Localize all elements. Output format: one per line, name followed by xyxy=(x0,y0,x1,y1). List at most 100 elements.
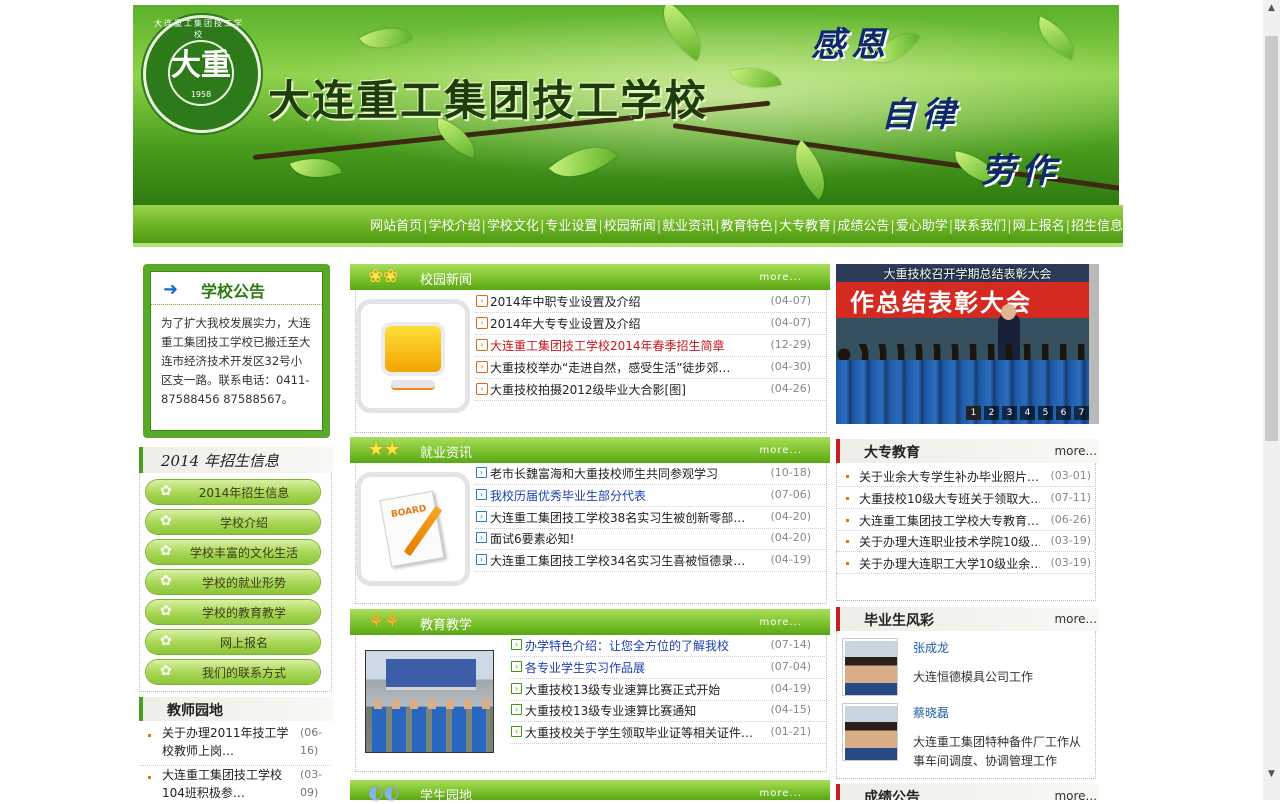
nav-college[interactable]: 大专教育 xyxy=(779,219,831,234)
list-item-title[interactable]: 大连重工集团技工学校104班积极参… xyxy=(162,766,290,802)
recruit-link-contact[interactable]: ✿ 我们的联系方式 xyxy=(146,660,320,684)
scroll-up-icon[interactable]: ▲ xyxy=(1263,0,1280,17)
notice-text: 为了扩大我校发展实力，大连重工集团技工学校已搬迁至大连市经济技术开发区32号小区… xyxy=(161,316,311,406)
list-item-title[interactable]: 大重技校10级大专班关于领取大… xyxy=(859,490,1040,507)
recruit-link-about[interactable]: ✿ 学校介绍 xyxy=(146,510,320,534)
nav-aid[interactable]: 爱心助学 xyxy=(896,219,948,234)
news-row[interactable]: › 大连重工集团技工学校34名实习生喜被恒德录… (04-19) xyxy=(475,550,825,572)
flower-icon: ✿ xyxy=(160,663,172,679)
slide-page-button[interactable]: 6 xyxy=(1056,406,1071,420)
news-date: (04-20) xyxy=(770,510,811,523)
photo-slideshow[interactable]: 作总结表彰大会 大重技校召开学期总结表彰大会 1234567 xyxy=(836,264,1099,424)
news-row[interactable]: › 办学特色介绍：让您全方位的了解我校 (07-14) xyxy=(510,635,825,657)
graduate-photo[interactable] xyxy=(842,638,898,696)
news-title[interactable]: 2014年中职专业设置及介绍 xyxy=(490,293,750,310)
slide-page-button[interactable]: 5 xyxy=(1038,406,1053,420)
news-title[interactable]: 大重技校举办“走进自然，感受生活”徒步郊… xyxy=(490,359,750,376)
slide-page-button[interactable]: 2 xyxy=(984,406,999,420)
news-row[interactable]: › 大重技校举办“走进自然，感受生活”徒步郊… (04-30) xyxy=(475,357,825,379)
news-title[interactable]: 大重技校关于学生领取毕业证等相关证件… xyxy=(525,724,785,741)
news-title[interactable]: 大重技校拍摄2012级毕业大合影[图] xyxy=(490,381,750,398)
nav-home[interactable]: 网站首页 xyxy=(370,219,422,234)
slide-page-button[interactable]: 7 xyxy=(1074,406,1089,420)
list-item-title[interactable]: 关于业余大专学生补办毕业照片… xyxy=(859,468,1040,485)
nav-employment[interactable]: 就业资讯 xyxy=(662,219,714,234)
news-title[interactable]: 我校历届优秀毕业生部分代表 xyxy=(490,487,750,504)
news-row[interactable]: › 我校历届优秀毕业生部分代表 (07-06) xyxy=(475,485,825,507)
news-row[interactable]: › 2014年大专专业设置及介绍 (04-07) xyxy=(475,313,825,335)
news-title[interactable]: 面试6要素必知! xyxy=(490,530,750,547)
news-date: (04-19) xyxy=(770,682,811,695)
vertical-scrollbar[interactable]: ▲ ▼ xyxy=(1263,0,1280,800)
nav-scores[interactable]: 成绩公告 xyxy=(837,219,889,234)
news-title[interactable]: 大重技校13级专业速算比赛正式开始 xyxy=(525,681,785,698)
news-row[interactable]: › 各专业学生实习作品展 (07-04) xyxy=(510,657,825,679)
scroll-thumb[interactable] xyxy=(1265,36,1278,441)
news-title[interactable]: 办学特色介绍：让您全方位的了解我校 xyxy=(525,637,785,654)
more-link[interactable]: more... xyxy=(1054,612,1097,626)
slide-page-button[interactable]: 1 xyxy=(966,406,981,420)
news-title[interactable]: 各专业学生实习作品展 xyxy=(525,659,785,676)
news-row[interactable]: › 大连重工集团技工学校38名实习生被创新零部… (04-20) xyxy=(475,507,825,529)
recruit-link-employment[interactable]: ✿ 学校的就业形势 xyxy=(146,570,320,594)
nav-separator: | xyxy=(598,219,603,234)
more-link[interactable]: more... xyxy=(1054,789,1097,800)
recruit-link-culture[interactable]: ✿ 学校丰富的文化生活 xyxy=(146,540,320,564)
recruit-link-register[interactable]: ✿ 网上报名 xyxy=(146,630,320,654)
nav-admissions[interactable]: 招生信息 xyxy=(1071,219,1123,234)
graduate-name[interactable]: 张成龙 xyxy=(913,639,949,656)
more-link[interactable]: more... xyxy=(760,445,802,456)
list-item[interactable]: 关于办理大连职工大学10级业余… (03-19) xyxy=(836,552,1094,574)
news-row[interactable]: › 大重技校13级专业速算比赛通知 (04-15) xyxy=(510,700,825,722)
nav-register[interactable]: 网上报名 xyxy=(1013,219,1065,234)
nav-about[interactable]: 学校介绍 xyxy=(429,219,481,234)
list-item[interactable]: 关于办理2011年技工学校教师上岗… (06-16) xyxy=(139,724,330,760)
news-title[interactable]: 2014年大专专业设置及介绍 xyxy=(490,315,750,332)
monitor-base-icon xyxy=(391,380,435,390)
nav-contact[interactable]: 联系我们 xyxy=(954,219,1006,234)
graduate-name[interactable]: 蔡晓磊 xyxy=(913,704,949,721)
list-item-title[interactable]: 关于办理大连职工大学10级业余… xyxy=(859,555,1040,572)
campus-news-header: ❀❀ 校园新闻 more... xyxy=(350,264,830,290)
list-item[interactable]: 关于办理大连职业技术学院10级… (03-19) xyxy=(836,530,1094,552)
scroll-down-icon[interactable]: ▼ xyxy=(1263,766,1280,783)
news-title[interactable]: 老市长魏富海和大重技校师生共同参观学习 xyxy=(490,465,750,482)
news-row[interactable]: › 大重技校拍摄2012级毕业大合影[图] (04-26) xyxy=(475,379,825,401)
news-title[interactable]: 大连重工集团技工学校2014年春季招生简章 xyxy=(490,337,750,354)
more-link[interactable]: more... xyxy=(760,788,802,799)
list-item-title[interactable]: 关于办理2011年技工学校教师上岗… xyxy=(162,724,290,760)
more-link[interactable]: more... xyxy=(760,617,802,628)
list-item[interactable]: 大重技校10级大专班关于领取大… (07-11) xyxy=(836,487,1094,509)
nav-news[interactable]: 校园新闻 xyxy=(604,219,656,234)
news-row[interactable]: › 大连重工集团技工学校2014年春季招生简章 (12-29) xyxy=(475,335,825,357)
slide-page-button[interactable]: 3 xyxy=(1002,406,1017,420)
list-item-title[interactable]: 大连重工集团技工学校大专教育… xyxy=(859,512,1040,529)
more-link[interactable]: more... xyxy=(1054,444,1097,458)
news-row[interactable]: › 大重技校13级专业速算比赛正式开始 (04-19) xyxy=(510,679,825,701)
arrow-right-icon: ➜ xyxy=(163,279,179,300)
list-item[interactable]: 大连重工集团技工学校104班积极参… (03-09) xyxy=(139,765,330,802)
graduate-photo[interactable] xyxy=(842,703,898,761)
graduates-header: 毕业生风彩 more... xyxy=(836,607,1099,631)
nav-culture[interactable]: 学校文化 xyxy=(487,219,539,234)
news-row[interactable]: › 2014年中职专业设置及介绍 (04-07) xyxy=(475,291,825,313)
news-row[interactable]: › 老市长魏富海和大重技校师生共同参观学习 (10-18) xyxy=(475,463,825,485)
campus-news-title: 校园新闻 xyxy=(420,273,473,288)
more-link[interactable]: more... xyxy=(760,272,802,283)
bullet-icon xyxy=(846,519,849,522)
list-item[interactable]: 大连重工集团技工学校大专教育… (06-26) xyxy=(836,509,1094,531)
nav-separator: | xyxy=(481,219,486,234)
list-item[interactable]: 关于业余大专学生补办毕业照片… (03-01) xyxy=(836,465,1094,487)
news-title[interactable]: 大重技校13级专业速算比赛通知 xyxy=(525,702,785,719)
list-item-title[interactable]: 关于办理大连职业技术学院10级… xyxy=(859,533,1040,550)
recruit-link-2014[interactable]: ✿ 2014年招生信息 xyxy=(146,480,320,504)
news-row[interactable]: › 面试6要素必知! (04-20) xyxy=(475,528,825,550)
nav-features[interactable]: 教育特色 xyxy=(721,219,773,234)
slide-page-button[interactable]: 4 xyxy=(1020,406,1035,420)
news-title[interactable]: 大连重工集团技工学校34名实习生喜被恒德录… xyxy=(490,552,750,569)
news-row[interactable]: › 大重技校关于学生领取毕业证等相关证件… (01-21) xyxy=(510,722,825,744)
news-title[interactable]: 大连重工集团技工学校38名实习生被创新零部… xyxy=(490,509,750,526)
recruit-link-teaching[interactable]: ✿ 学校的教育教学 xyxy=(146,600,320,624)
slide-banner: 作总结表彰大会 xyxy=(836,282,1099,318)
nav-majors[interactable]: 专业设置 xyxy=(545,219,597,234)
